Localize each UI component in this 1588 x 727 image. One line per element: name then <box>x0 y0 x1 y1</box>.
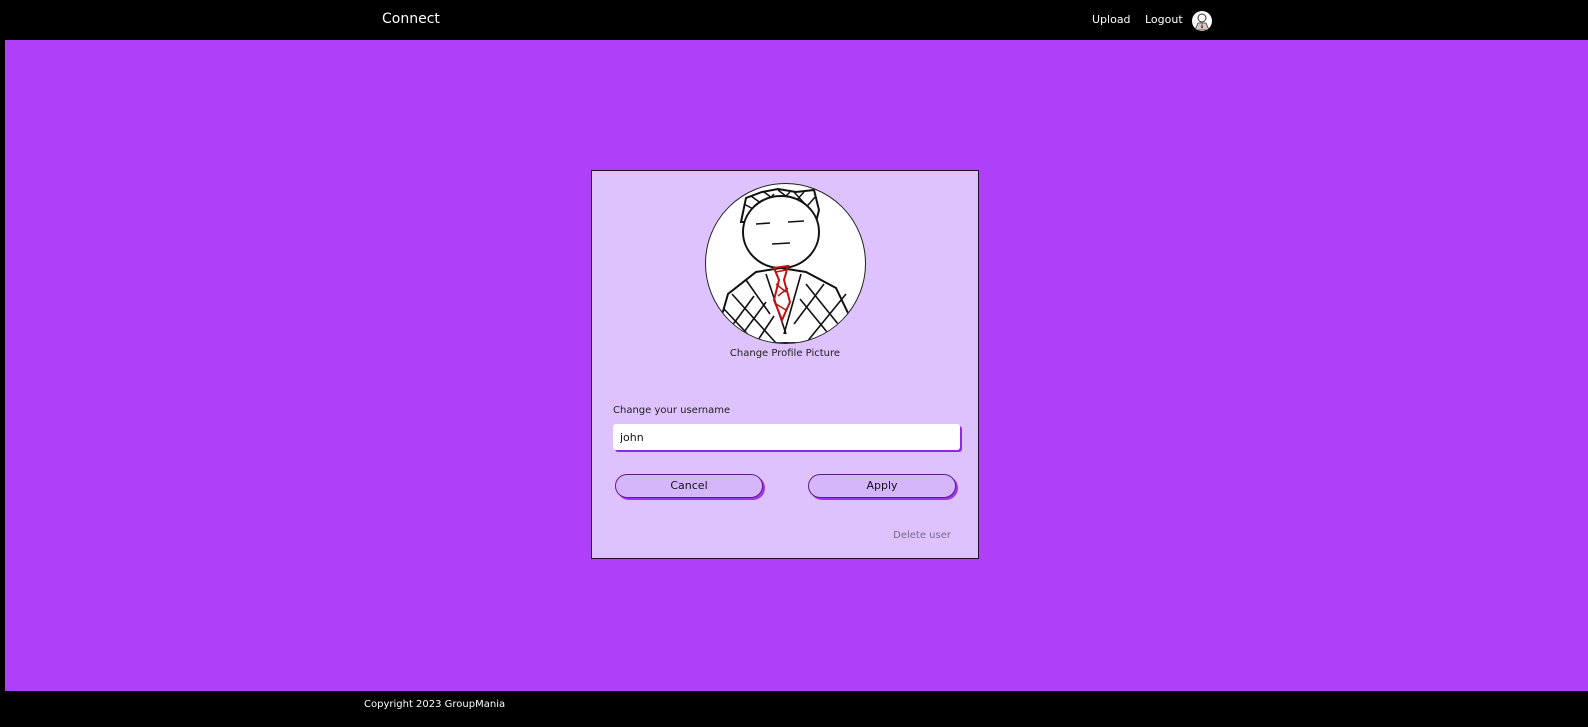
username-label: Change your username <box>613 405 731 416</box>
user-avatar-icon[interactable] <box>1192 11 1212 31</box>
top-navbar: Connect Upload Logout <box>5 0 1588 40</box>
avatar-drawing-icon <box>1194 13 1210 31</box>
apply-button[interactable]: Apply <box>808 474 956 498</box>
logout-link[interactable]: Logout <box>1145 13 1183 26</box>
username-input[interactable] <box>613 424 960 450</box>
brand-link[interactable]: Connect <box>382 11 440 27</box>
cancel-button[interactable]: Cancel <box>615 474 763 498</box>
profile-picture-drawing-icon <box>712 187 859 343</box>
copyright-text: Copyright 2023 GroupMania <box>364 699 506 710</box>
profile-picture[interactable] <box>705 183 866 344</box>
profile-edit-card: Change Profile Picture Change your usern… <box>591 170 979 559</box>
footer: Copyright 2023 GroupMania <box>5 691 1588 727</box>
upload-link[interactable]: Upload <box>1092 13 1131 26</box>
delete-user-link[interactable]: Delete user <box>893 530 951 541</box>
change-profile-picture-link[interactable]: Change Profile Picture <box>592 348 978 359</box>
